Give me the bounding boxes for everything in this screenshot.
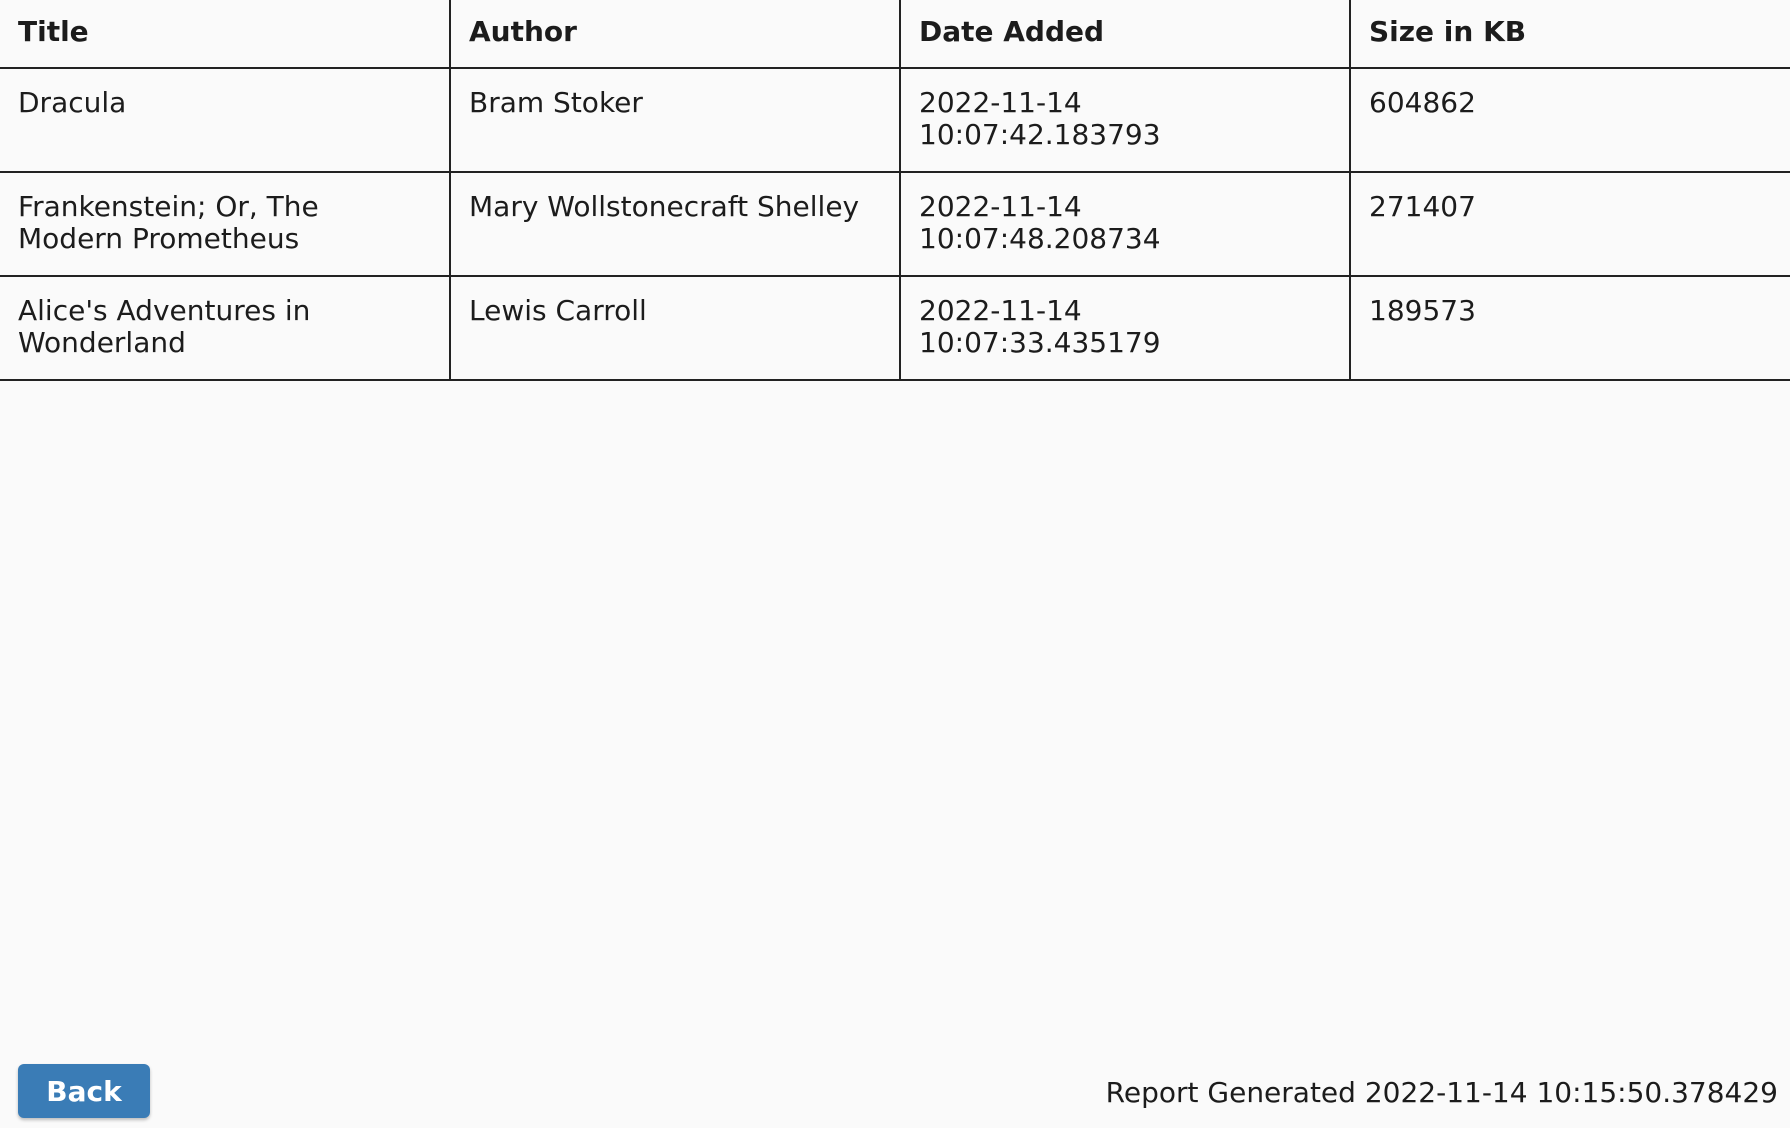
report-generated-timestamp: Report Generated 2022-11-14 10:15:50.378… (1105, 1076, 1778, 1109)
column-header-size[interactable]: Size in KB (1350, 0, 1790, 69)
cell-size: 271407 (1350, 172, 1790, 277)
cell-title: Dracula (0, 68, 451, 173)
column-header-title[interactable]: Title (0, 0, 451, 69)
cell-author: Lewis Carroll (450, 276, 901, 381)
column-header-date-added[interactable]: Date Added (900, 0, 1351, 69)
books-table: Title Author Date Added Size in KB Dracu… (0, 0, 1790, 381)
report-page: Title Author Date Added Size in KB Dracu… (0, 0, 1790, 1128)
cell-date-added: 2022-11-14 10:07:33.435179 (900, 276, 1351, 381)
cell-author: Bram Stoker (450, 68, 901, 173)
cell-title: Frankenstein; Or, The Modern Prometheus (0, 172, 451, 277)
cell-size: 604862 (1350, 68, 1790, 173)
table-row: Alice's Adventures in Wonderland Lewis C… (0, 276, 1790, 381)
cell-title: Alice's Adventures in Wonderland (0, 276, 451, 381)
table-row: Frankenstein; Or, The Modern Prometheus … (0, 172, 1790, 277)
cell-size: 189573 (1350, 276, 1790, 381)
column-header-author[interactable]: Author (450, 0, 901, 69)
cell-date-added: 2022-11-14 10:07:48.208734 (900, 172, 1351, 277)
table-header-row: Title Author Date Added Size in KB (0, 0, 1790, 69)
table-row: Dracula Bram Stoker 2022-11-14 10:07:42.… (0, 68, 1790, 173)
cell-author: Mary Wollstonecraft Shelley (450, 172, 901, 277)
footer: Back Report Generated 2022-11-14 10:15:5… (0, 1056, 1790, 1128)
cell-date-added: 2022-11-14 10:07:42.183793 (900, 68, 1351, 173)
back-button[interactable]: Back (18, 1064, 150, 1118)
